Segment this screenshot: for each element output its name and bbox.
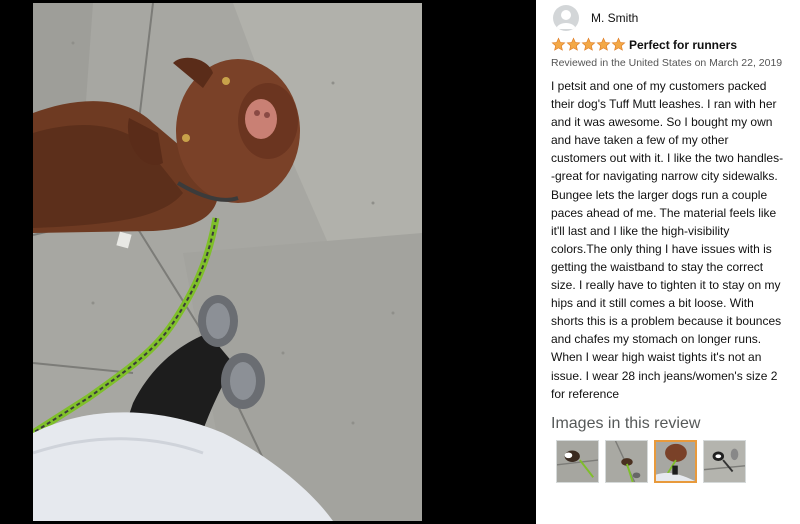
review-thumbnail-4[interactable] [703,440,746,483]
review-image-thumbnails [556,440,746,483]
review-body-line: hips and it still comes a bit loose. Wit… [551,296,754,311]
review-body-line: customers out with it. I like the two ha… [551,151,784,166]
review-thumbnail-3-selected[interactable] [654,440,697,483]
review-body-line: When I wear high waist tights it's not a… [551,350,762,365]
review-body-line: shorts this is a problem because it boun… [551,314,782,329]
review-body-line: I petsit and one of my customers packed [551,79,767,93]
images-heading: Images in this review [551,415,701,432]
star-icon [596,37,611,51]
review-panel: M. Smith Perfect for runners Reviewed in… [536,0,800,524]
review-body-line: issue. I wear 28 inch jeans/women's size… [551,368,778,383]
review-body-line: -great for navigating narrow city sidewa… [551,169,778,184]
review-body-line: getting the waistband to stay the correc… [551,259,764,274]
review-body-line: colors.The only thing I have issues with… [551,241,772,256]
review-body-line: Bungee lets the larger dogs run a couple [551,187,768,202]
image-viewer [0,0,536,524]
star-icon [581,37,596,51]
rating-row: Perfect for runners [551,37,737,52]
avatar-icon [553,5,579,31]
review-body: I petsit and one of my customers packed … [551,77,797,403]
review-body-line: and chafes my stomach on longer runs. [551,332,762,347]
review-body-line: size. I really have to tighten it to sta… [551,278,781,293]
reviewer-name[interactable]: M. Smith [591,11,638,25]
review-body-line: paces ahead of me. The material feels li… [551,205,777,220]
review-date: Reviewed in the United States on March 2… [551,57,783,69]
review-photo [33,3,422,521]
review-body-line: and have taken a few of my other [551,133,729,148]
star-icon [566,37,581,51]
reviewer-profile[interactable]: M. Smith [553,4,638,32]
review-body-line: for reference [551,386,620,401]
review-body-line: it'll last and I like the high-visibilit… [551,223,730,238]
star-icon [611,37,626,51]
star-icon [551,37,566,51]
review-thumbnail-1[interactable] [556,440,599,483]
review-body-line: and it was awesome. So I bought my own [551,115,773,130]
star-rating [551,37,626,52]
review-body-line: their dog's Tuff Mutt leashes. I ran wit… [551,97,777,112]
review-thumbnail-2[interactable] [605,440,648,483]
review-title: Perfect for runners [629,37,738,52]
